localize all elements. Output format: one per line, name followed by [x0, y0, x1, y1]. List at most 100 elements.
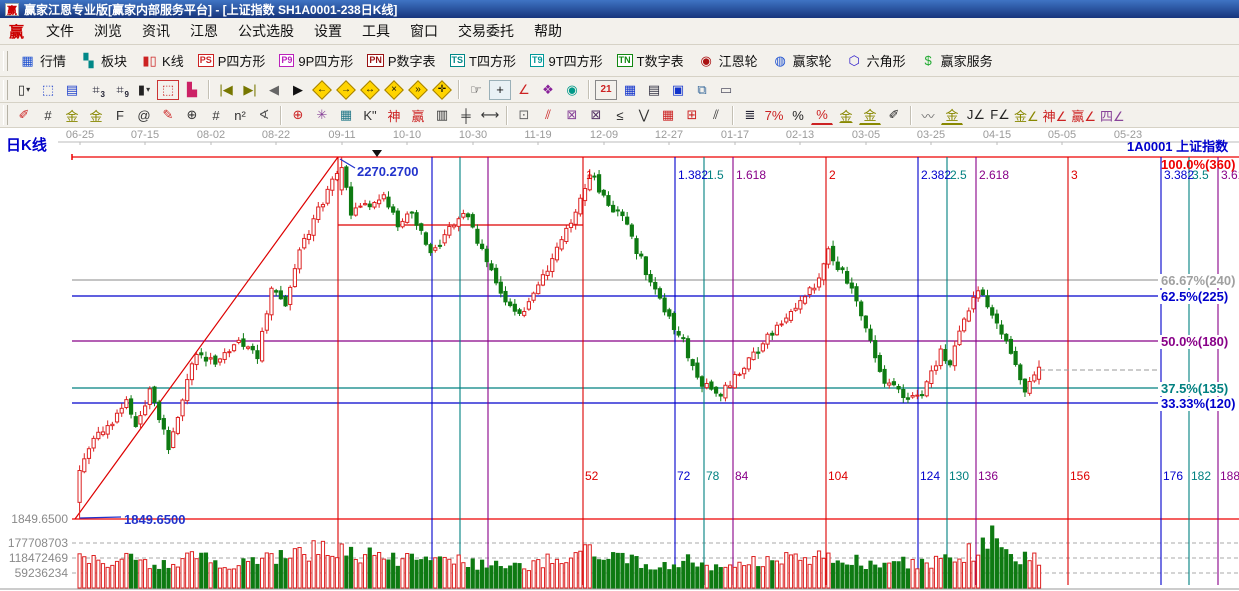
menu-item-browse[interactable]: 浏览 [84, 21, 132, 41]
menu-item-news[interactable]: 资讯 [132, 21, 180, 41]
save-disk-button[interactable]: ▣ [667, 80, 689, 100]
candlestick-series[interactable] [78, 157, 1041, 519]
red-grid-box-button[interactable]: ⊞ [681, 105, 703, 125]
smart-analysis-button[interactable]: ◉ [561, 80, 583, 100]
circle-target-button[interactable]: ⊕ [287, 105, 309, 125]
draw-pen-2-button[interactable]: ✐ [883, 105, 905, 125]
chart-area[interactable]: 06-2507-1508-0208-2209-1110-1010-3011-19… [0, 128, 1239, 591]
gann-tool-purple-button[interactable]: ❖ [537, 80, 559, 100]
single-candle-dropdown-button[interactable]: ▮▾ [133, 80, 155, 100]
t-number-table-button[interactable]: TNT数字表 [610, 49, 691, 72]
price-fence-button[interactable]: # [205, 105, 227, 125]
gann-wheel-button[interactable]: ◉江恩轮 [691, 49, 765, 72]
fan-box-button[interactable]: ⊠ [561, 105, 583, 125]
zoom-in-horizontal-button[interactable]: × [383, 80, 405, 100]
volume-profile-button[interactable]: ▙ [181, 80, 203, 100]
note-list-button[interactable]: ▤ [61, 80, 83, 100]
k-mark-button[interactable]: K" [359, 105, 381, 125]
menu-item-trade-entrust[interactable]: 交易委托 [448, 21, 524, 41]
volume-series[interactable] [78, 526, 1041, 588]
9t-square-button[interactable]: T99T四方形 [523, 49, 610, 72]
winner-service-button[interactable]: $赢家服务 [913, 49, 1000, 72]
n2-fence-button[interactable]: n² [229, 105, 251, 125]
page-right-button[interactable]: ▶ [287, 80, 309, 100]
zoom-region-button[interactable]: ⬚ [37, 80, 59, 100]
gold-fence-2-button[interactable]: 金 [85, 105, 107, 125]
box-fan-button[interactable]: ⊠ [585, 105, 607, 125]
sectors-button[interactable]: ▚板块 [73, 49, 134, 72]
market-quotes-button[interactable]: ▦行情 [12, 49, 73, 72]
kline-chart-canvas[interactable]: 06-2507-1508-0208-2209-1110-1010-3011-19… [0, 128, 1239, 591]
calculator-button[interactable]: ▦ [619, 80, 641, 100]
winner-wheel-button[interactable]: ◍赢家轮 [765, 49, 839, 72]
save-history-button[interactable]: ⧉ [691, 80, 713, 100]
report-note-button[interactable]: ▤ [643, 80, 665, 100]
compress-3-button[interactable]: ⌗3 [85, 80, 107, 100]
trend-angles-button[interactable]: ≤ [609, 105, 631, 125]
wave-pair-button[interactable]: 〰 [917, 105, 939, 125]
kline-button[interactable]: ▮▯K线 [134, 49, 191, 72]
toolbar-grip[interactable] [3, 51, 8, 71]
box-select-button[interactable]: ⊡ [513, 105, 535, 125]
gold-fence-1-button[interactable]: 金 [61, 105, 83, 125]
menu-item-file[interactable]: 文件 [36, 21, 84, 41]
workstation-button[interactable]: ▭ [715, 80, 737, 100]
star-cycle-button[interactable]: ✳ [311, 105, 333, 125]
web-grid-button[interactable]: ▦ [335, 105, 357, 125]
fit-screen-button[interactable]: ✛ [431, 80, 453, 100]
zoom-out-horizontal-button[interactable]: ↔ [359, 80, 381, 100]
price-scale-button[interactable]: ╪ [455, 105, 477, 125]
draw-pen-button[interactable]: ✐ [13, 105, 35, 125]
j-angle-button[interactable]: J∠ [965, 105, 987, 125]
menu-item-tools[interactable]: 工具 [352, 21, 400, 41]
red-grid-button[interactable]: ▦ [657, 105, 679, 125]
hand-tool-button[interactable]: ☞ [465, 80, 487, 100]
draw-ruler-button[interactable]: ✎ [157, 105, 179, 125]
win-angle-button[interactable]: 赢∠ [1070, 105, 1097, 125]
stats-bars-button[interactable]: ≣ [739, 105, 761, 125]
si-angle-button[interactable]: 四∠ [1099, 105, 1126, 125]
last-page-button[interactable]: ▶| [239, 80, 261, 100]
gold-circle-button[interactable]: 金 [835, 105, 857, 125]
toolbar-grip[interactable] [3, 105, 8, 125]
gold-underline-button[interactable]: 金 [941, 105, 963, 125]
ruler-123-button[interactable]: ▥ [431, 105, 453, 125]
t-square-button[interactable]: TST四方形 [443, 49, 523, 72]
menu-item-window[interactable]: 窗口 [400, 21, 448, 41]
red-fan-button[interactable]: ⫽ [537, 105, 559, 125]
p-number-table-button[interactable]: PNP数字表 [360, 49, 442, 72]
fib-fence-button[interactable]: F [109, 105, 131, 125]
win-fence-button[interactable]: 赢 [407, 105, 429, 125]
spiral-button[interactable]: @ [133, 105, 155, 125]
hexagon-button[interactable]: ⬡六角形 [839, 49, 913, 72]
v-wave-button[interactable]: ⋁ [633, 105, 655, 125]
shen-fence-button[interactable]: 神 [383, 105, 405, 125]
percent-button[interactable]: % [787, 105, 809, 125]
menu-item-help[interactable]: 帮助 [524, 21, 572, 41]
time-circle-button[interactable]: ⊕ [181, 105, 203, 125]
menu-item-gann[interactable]: 江恩 [180, 21, 228, 41]
menu-item-formula-stock-pick[interactable]: 公式选股 [228, 21, 304, 41]
f-angle-button[interactable]: F∠ [989, 105, 1011, 125]
parallel-lines-button[interactable]: ⫽ [705, 105, 727, 125]
gold-line-button[interactable]: 金 [859, 105, 881, 125]
menu-item-settings[interactable]: 设置 [304, 21, 352, 41]
percent-slash-button[interactable]: 7% [763, 105, 785, 125]
shift-left-button[interactable]: ← [311, 80, 333, 100]
compress-9-button[interactable]: ⌗9 [109, 80, 131, 100]
calendar-21-button[interactable]: 21 [595, 80, 617, 100]
region-statistics-button[interactable]: ⬚ [157, 80, 179, 100]
first-page-button[interactable]: |◀ [215, 80, 237, 100]
crosshair-tool-button[interactable]: + [489, 80, 511, 100]
width-measure-button[interactable]: ⟷ [479, 105, 501, 125]
period-day-dropdown-button[interactable]: ▯▾ [13, 80, 35, 100]
shift-right-button[interactable]: → [335, 80, 357, 100]
shen-angle-button[interactable]: 神∠ [1042, 105, 1069, 125]
fast-right-button[interactable]: » [407, 80, 429, 100]
angle-scan-button[interactable]: ∢ [253, 105, 275, 125]
angle-measure-button[interactable]: ∠ [513, 80, 535, 100]
time-fence-button[interactable]: # [37, 105, 59, 125]
page-left-button[interactable]: ◀ [263, 80, 285, 100]
gold-angle-button[interactable]: 金∠ [1013, 105, 1040, 125]
p-square-button[interactable]: PSP四方形 [191, 49, 273, 72]
